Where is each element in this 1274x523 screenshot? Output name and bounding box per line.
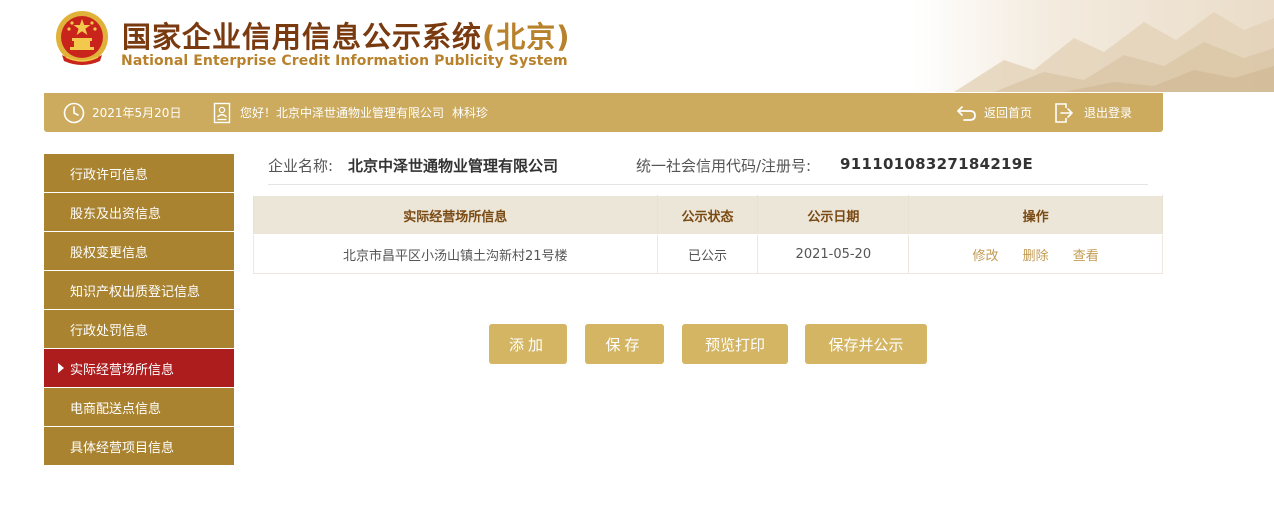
return-arrow-icon [957, 105, 976, 121]
header: 国家企业信用信息公示系统(北京) National Enterprise Cre… [0, 0, 1274, 92]
company-info: 企业名称: 北京中泽世通物业管理有限公司 统一社会信用代码/注册号: 91110… [268, 155, 1148, 185]
sidebar-item-label: 具体经营项目信息 [70, 440, 175, 456]
business-premises-table: 实际经营场所信息 公示状态 公示日期 操作 北京市昌平区小汤山镇土沟新村21号楼… [253, 195, 1163, 274]
add-button[interactable]: 添加 [489, 324, 567, 364]
sidebar-item-shareholders[interactable]: 股东及出资信息 [44, 193, 234, 231]
delete-link[interactable]: 删除 [1023, 249, 1049, 264]
user-greeting: 您好！北京中泽世通物业管理有限公司 林科珍 [213, 93, 488, 132]
national-emblem-icon [56, 11, 108, 65]
sidebar-item-label: 行政许可信息 [70, 167, 149, 183]
sidebar-item-admin-license[interactable]: 行政许可信息 [44, 154, 234, 192]
return-home-label: 返回首页 [984, 106, 1033, 120]
sidebar-item-business-items[interactable]: 具体经营项目信息 [44, 427, 234, 465]
sidebar-item-admin-penalty[interactable]: 行政处罚信息 [44, 310, 234, 348]
sidebar-item-ecommerce-delivery[interactable]: 电商配送点信息 [44, 388, 234, 426]
company-name: 北京中泽世通物业管理有限公司 [348, 157, 559, 175]
edit-link[interactable]: 修改 [972, 249, 998, 264]
date-text: 2021年5月20日 [92, 106, 182, 120]
sidebar-item-label: 电商配送点信息 [70, 401, 162, 417]
date-display: 2021年5月20日 [63, 93, 181, 132]
user-name: 林科珍 [452, 106, 489, 120]
sidebar-item-label: 知识产权出质登记信息 [70, 284, 201, 300]
column-header-status: 公示状态 [656, 195, 759, 235]
logout-label: 退出登录 [1084, 106, 1133, 120]
system-title-region: (北京) [482, 20, 571, 54]
active-arrow-icon [58, 363, 64, 373]
sidebar-item-ip-pledge[interactable]: 知识产权出质登记信息 [44, 271, 234, 309]
table-header-row: 实际经营场所信息 公示状态 公示日期 操作 [253, 195, 1163, 235]
credit-code-label: 统一社会信用代码/注册号: [636, 157, 812, 175]
logout-icon [1055, 102, 1073, 123]
greeting-text: 您好！北京中泽世通物业管理有限公司 [240, 106, 445, 120]
cell-address: 北京市昌平区小汤山镇土沟新村21号楼 [253, 234, 658, 274]
column-header-date: 公示日期 [757, 195, 910, 235]
info-bar: 2021年5月20日 您好！北京中泽世通物业管理有限公司 林科珍 返回首页 退出… [44, 93, 1163, 132]
company-name-label: 企业名称: [268, 157, 334, 175]
clock-icon [63, 102, 85, 123]
column-header-actions: 操作 [908, 195, 1163, 235]
sidebar-nav: 行政许可信息 股东及出资信息 股权变更信息 知识产权出质登记信息 行政处罚信息 … [44, 154, 234, 466]
cell-status: 已公示 [656, 234, 759, 274]
logout-link[interactable]: 退出登录 [1054, 93, 1132, 132]
sidebar-item-equity-change[interactable]: 股权变更信息 [44, 232, 234, 270]
sidebar-item-label: 实际经营场所信息 [70, 362, 175, 378]
system-title: 国家企业信用信息公示系统(北京) [122, 14, 571, 56]
sidebar-item-business-premises[interactable]: 实际经营场所信息 [44, 349, 234, 387]
save-button[interactable]: 保存 [585, 324, 664, 364]
system-title-main: 国家企业信用信息公示系统 [122, 20, 483, 54]
great-wall-mountain-decoration [914, 0, 1274, 92]
user-id-icon [213, 102, 231, 123]
sidebar-item-label: 行政处罚信息 [70, 323, 149, 339]
cell-date: 2021-05-20 [757, 234, 910, 274]
preview-print-button[interactable]: 预览打印 [682, 324, 788, 364]
system-title-english: National Enterprise Credit Information P… [121, 53, 568, 69]
view-link[interactable]: 查看 [1073, 249, 1099, 264]
sidebar-item-label: 股东及出资信息 [70, 206, 162, 222]
return-home-link[interactable]: 返回首页 [956, 93, 1032, 132]
column-header-address: 实际经营场所信息 [253, 195, 658, 235]
table-row: 北京市昌平区小汤山镇土沟新村21号楼 已公示 2021-05-20 修改 删除 … [253, 234, 1163, 274]
credit-code: 91110108327184219E [840, 155, 1034, 173]
sidebar-item-label: 股权变更信息 [70, 245, 149, 261]
save-and-publish-button[interactable]: 保存并公示 [805, 324, 927, 364]
cell-actions: 修改 删除 查看 [908, 234, 1163, 274]
